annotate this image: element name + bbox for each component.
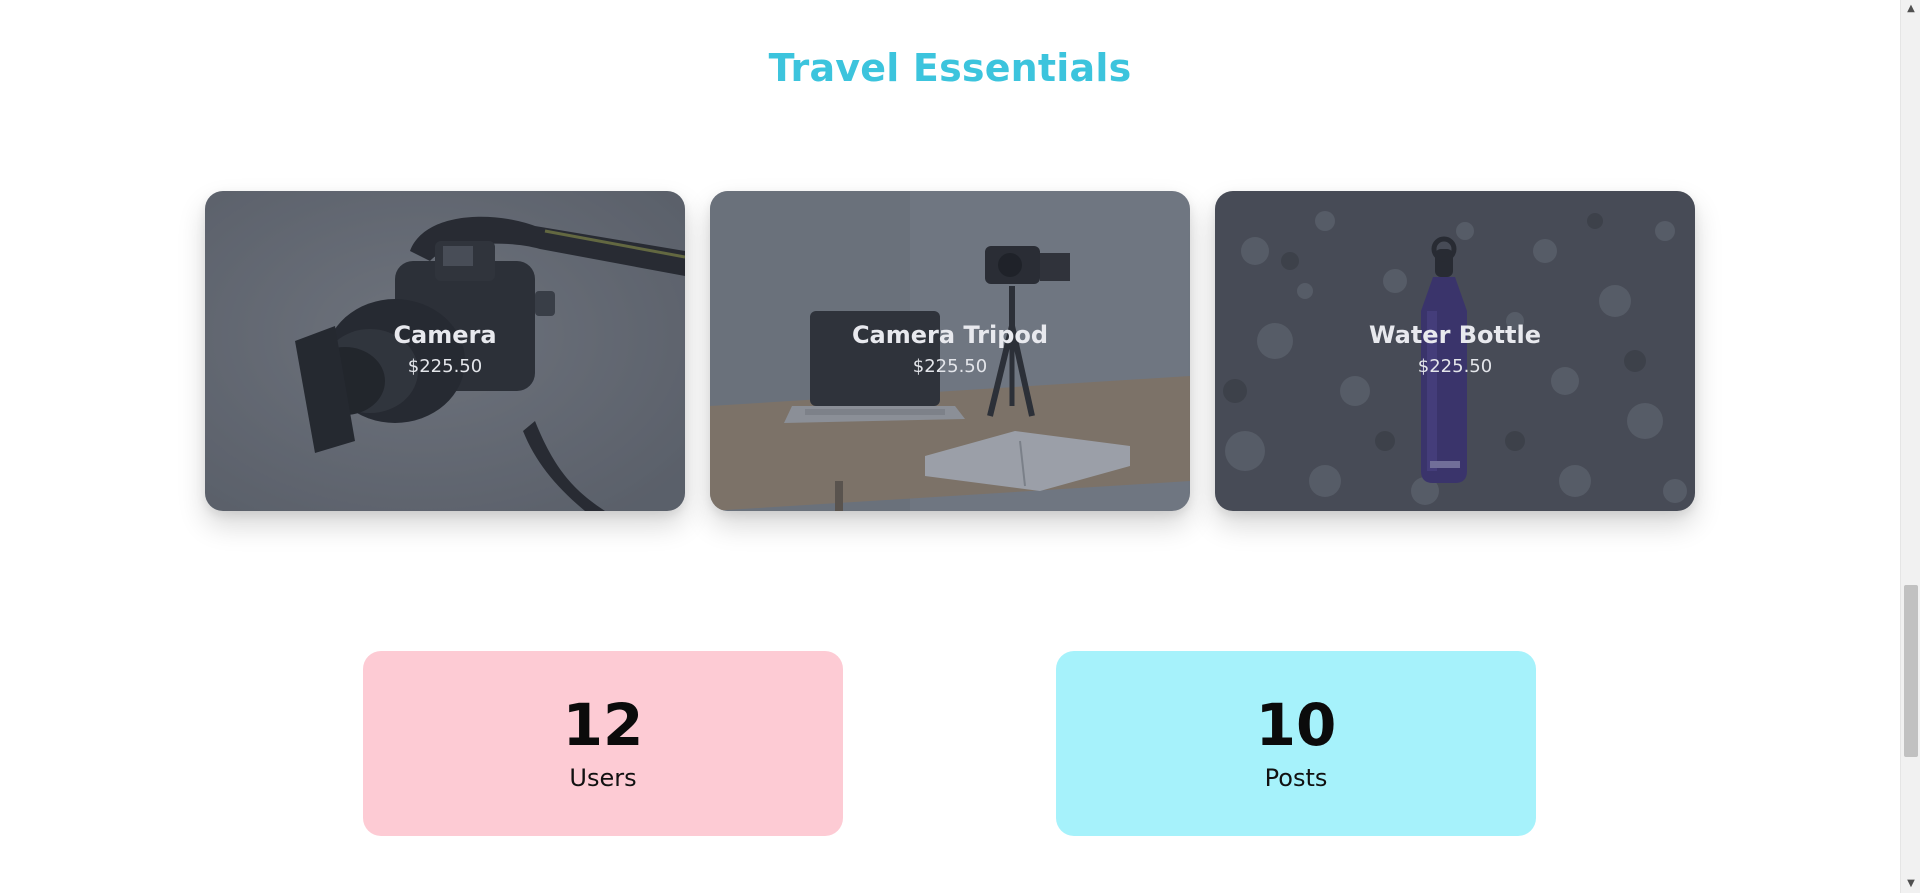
product-card-camera[interactable]: Camera $225.50 bbox=[205, 191, 685, 511]
product-name: Water Bottle bbox=[1369, 321, 1541, 349]
page-content: Travel Essentials Camera $225.50 Camera … bbox=[0, 0, 1900, 893]
scrollbar-thumb[interactable] bbox=[1904, 585, 1918, 757]
card-overlay bbox=[1215, 191, 1695, 511]
product-name: Camera Tripod bbox=[851, 321, 1049, 349]
product-price: $225.50 bbox=[912, 356, 988, 377]
vertical-scrollbar[interactable]: ▲ ▼ bbox=[1900, 0, 1920, 893]
scroll-up-arrow-icon[interactable]: ▲ bbox=[1901, 0, 1920, 18]
card-overlay bbox=[205, 191, 685, 511]
product-name: Camera bbox=[393, 321, 497, 349]
stat-label: Users bbox=[569, 764, 637, 792]
product-price: $225.50 bbox=[407, 356, 483, 377]
product-card-water-bottle[interactable]: Water Bottle $225.50 bbox=[1215, 191, 1695, 511]
stat-card-users: 12 Users bbox=[363, 651, 843, 836]
section-title: Travel Essentials bbox=[768, 46, 1132, 90]
product-card-camera-tripod[interactable]: Camera Tripod $225.50 bbox=[710, 191, 1190, 511]
scroll-down-arrow-icon[interactable]: ▼ bbox=[1901, 875, 1920, 893]
stat-value: 10 bbox=[1255, 691, 1337, 759]
stat-card-posts: 10 Posts bbox=[1056, 651, 1536, 836]
product-price: $225.50 bbox=[1417, 356, 1493, 377]
card-overlay bbox=[710, 191, 1190, 511]
stat-label: Posts bbox=[1264, 764, 1328, 792]
stat-value: 12 bbox=[562, 691, 644, 759]
